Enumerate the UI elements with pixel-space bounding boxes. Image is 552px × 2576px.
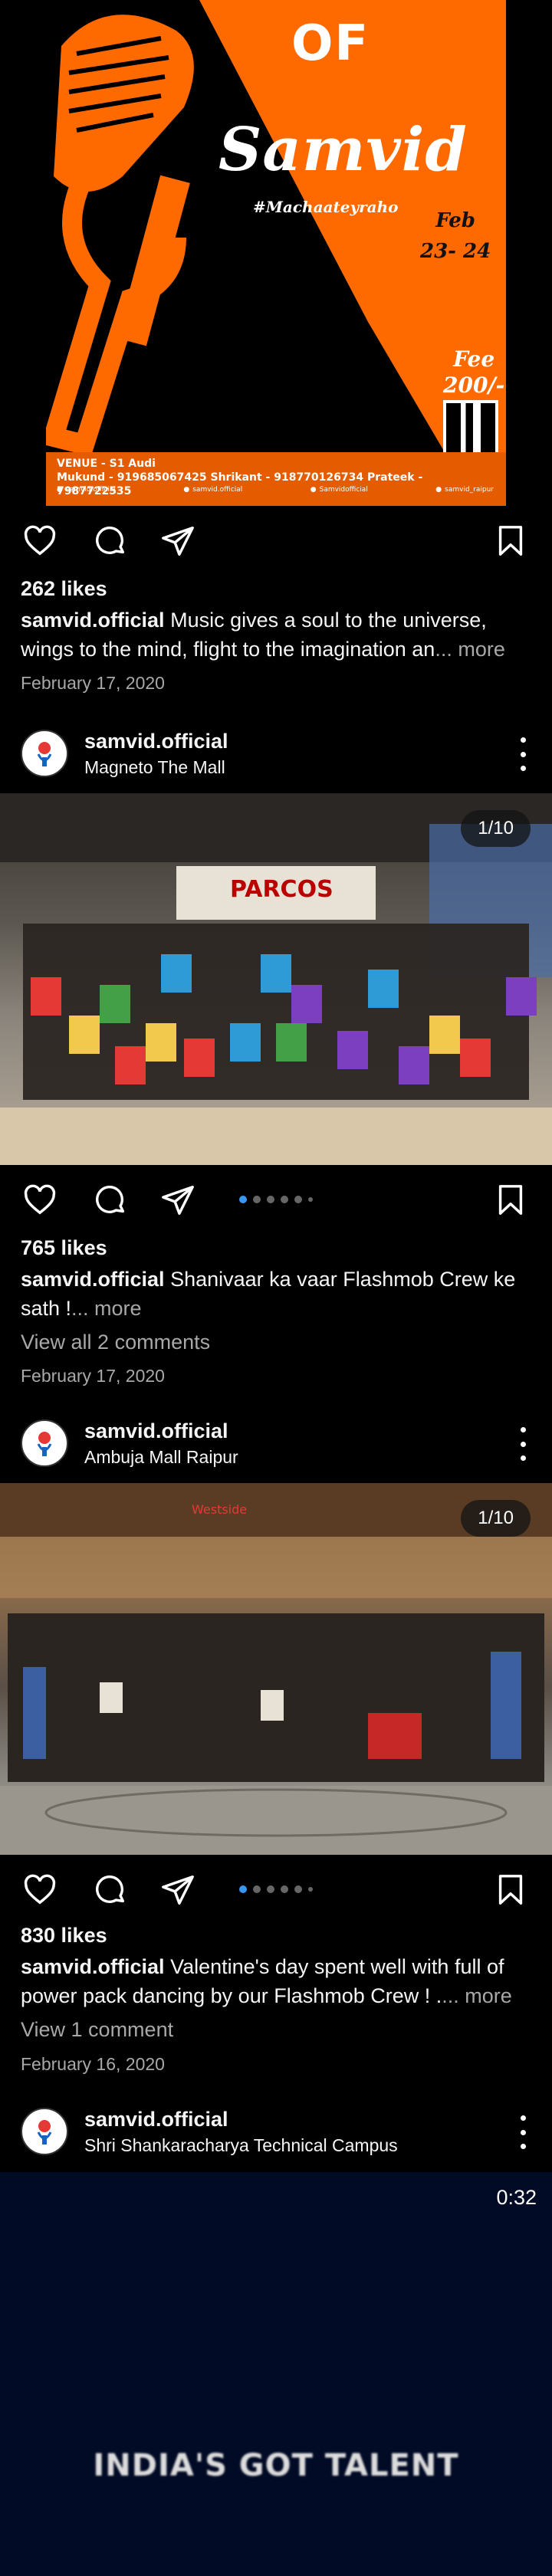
post-actions (0, 506, 552, 575)
carousel-dots (0, 1885, 552, 1893)
poster-hashtag: #Machaateyraho (253, 198, 399, 216)
post-location[interactable]: Shri Shankaracharya Technical Campus (84, 2135, 398, 2156)
more-link[interactable]: ... more (435, 638, 505, 661)
carousel-dot (294, 1885, 302, 1893)
post-date: February 16, 2020 (21, 2054, 165, 2074)
carousel-counter: 1/10 (461, 1500, 531, 1537)
post-date: February 17, 2020 (21, 1366, 165, 1386)
carousel-dot-active (239, 1885, 247, 1893)
post-caption: samvid.official Music gives a soul to th… (21, 605, 534, 664)
poster-venue-line1: VENUE - S1 Audi (57, 458, 156, 470)
poster-social-instagram: samvid.official (183, 486, 242, 494)
post-date: February 17, 2020 (21, 673, 165, 693)
share-icon[interactable] (158, 521, 198, 561)
carousel-counter: 1/10 (461, 810, 531, 847)
save-icon[interactable] (491, 521, 531, 561)
post-header: samvid.official Shri Shankaracharya Tech… (0, 2092, 552, 2169)
poster-samvid-text: Samvid (219, 115, 468, 185)
post-location[interactable]: Ambuja Mall Raipur (84, 1447, 238, 1468)
more-link[interactable]: ... more (442, 1984, 512, 2007)
samvid-poster: OF Samvid #Machaateyraho Feb 23- 24 Fee … (46, 0, 506, 506)
more-options-icon[interactable] (517, 737, 529, 771)
poster-fee: Fee 200/- (443, 346, 504, 399)
poster-date: Feb 23- 24 (420, 205, 491, 267)
photo-scene: Westside (0, 1483, 552, 1855)
like-icon[interactable] (20, 521, 60, 561)
video-title-text: INDIA'S GOT TALENT (93, 2448, 459, 2483)
post-username[interactable]: samvid.official (84, 730, 228, 753)
carousel-dot (253, 1885, 261, 1893)
poster-socials: samvid.official samvid.official Samvidof… (57, 486, 494, 494)
svg-text:Westside: Westside (192, 1502, 247, 1517)
carousel-dot (308, 1887, 313, 1892)
more-options-icon[interactable] (517, 2115, 529, 2149)
poster-fee-value: 200/- (443, 372, 505, 398)
likes-count[interactable]: 830 likes (21, 1924, 107, 1948)
carousel-dots (0, 1196, 552, 1203)
poster-social-youtube: samvid.official (57, 486, 116, 494)
comment-icon[interactable] (90, 521, 130, 561)
carousel-dot (253, 1196, 261, 1203)
caption-username[interactable]: samvid.official (21, 1955, 165, 1978)
post-location[interactable]: Magneto The Mall (84, 757, 225, 778)
carousel-dot (267, 1885, 274, 1893)
video-duration: 0:32 (496, 2186, 537, 2209)
caption-username[interactable]: samvid.official (21, 609, 165, 632)
reel-video[interactable]: 0:32 INDIA'S GOT TALENT (0, 2172, 552, 2576)
post-username[interactable]: samvid.official (84, 1419, 228, 1443)
carousel-dot (308, 1197, 313, 1202)
post-caption: samvid.official Shanivaar ka vaar Flashm… (21, 1265, 534, 1323)
poster-venue: VENUE - S1 Audi Mukund - 919685067425 Sh… (46, 452, 506, 506)
avatar[interactable] (21, 1419, 68, 1467)
poster-social-facebook: Samvidofficial (310, 486, 368, 494)
likes-count[interactable]: 765 likes (21, 1236, 107, 1260)
caption-username[interactable]: samvid.official (21, 1268, 165, 1291)
poster-venue-line2: Mukund - 919685067425 Shrikant - 9187701… (57, 471, 423, 497)
likes-count[interactable]: 262 likes (21, 577, 107, 601)
poster-social-twitter: samvid_raipur (435, 486, 494, 494)
avatar[interactable] (21, 730, 68, 777)
svg-text:PARCOS: PARCOS (230, 876, 334, 903)
poster-date-month: Feb (435, 209, 475, 232)
poster-date-days: 23- 24 (420, 240, 491, 263)
carousel-dot (281, 1196, 288, 1203)
carousel-dot (294, 1196, 302, 1203)
post-image-poster[interactable]: OF Samvid #Machaateyraho Feb 23- 24 Fee … (0, 0, 552, 506)
post-caption: samvid.official Valentine's day spent we… (21, 1952, 534, 2010)
view-comments-link[interactable]: View 1 comment (21, 2018, 173, 2042)
post-username[interactable]: samvid.official (84, 2108, 228, 2131)
post-photo-group[interactable]: Westside 1/10 (0, 1483, 552, 1855)
post-actions (0, 1855, 552, 1924)
photo-scene: PARCOS (0, 793, 552, 1165)
qr-code (443, 400, 498, 455)
more-options-icon[interactable] (517, 1427, 529, 1461)
poster-fee-label: Fee (453, 346, 495, 372)
post-header: samvid.official Magneto The Mall (0, 714, 552, 791)
post-actions (0, 1165, 552, 1234)
save-icon[interactable] (491, 1870, 531, 1910)
more-link[interactable]: ... more (71, 1297, 142, 1320)
view-comments-link[interactable]: View all 2 comments (21, 1331, 210, 1354)
post-header: samvid.official Ambuja Mall Raipur (0, 1404, 552, 1481)
poster-of-text: OF (291, 15, 370, 72)
carousel-dot-active (239, 1196, 247, 1203)
save-icon[interactable] (491, 1180, 531, 1220)
carousel-dot (281, 1885, 288, 1893)
post-photo-flashmob[interactable]: PARCOS 1/10 (0, 793, 552, 1165)
carousel-dot (267, 1196, 274, 1203)
avatar[interactable] (21, 2108, 68, 2155)
